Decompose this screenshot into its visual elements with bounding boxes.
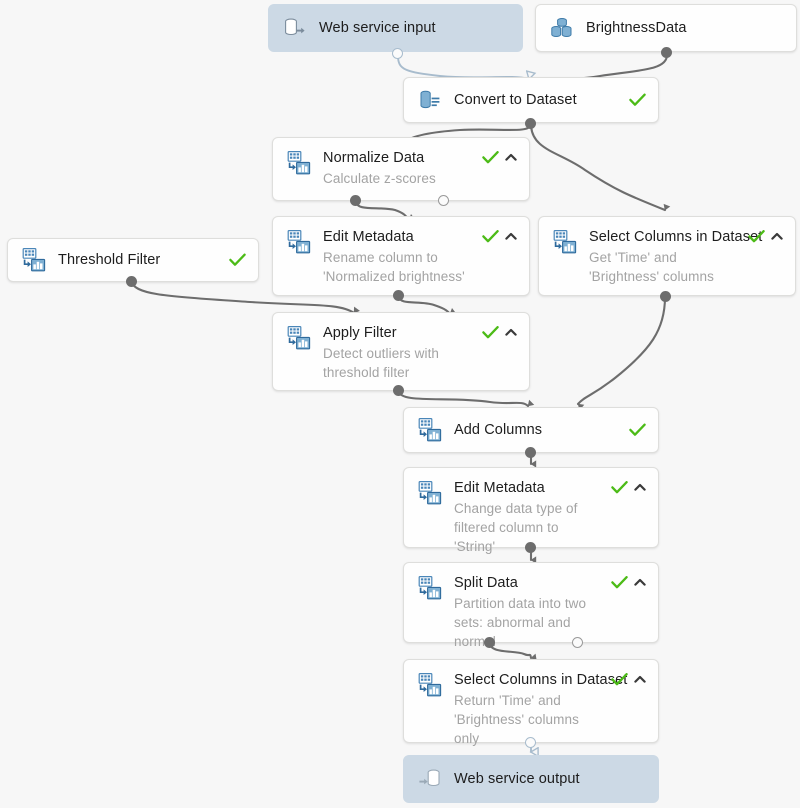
node-status [611, 576, 646, 589]
grid-chart-icon [286, 150, 312, 176]
database-stack-icon [549, 15, 575, 41]
check-icon [611, 576, 628, 589]
check-icon [482, 326, 499, 339]
node-title: Convert to Dataset [454, 92, 577, 108]
node-web-service-output[interactable]: Web service output [403, 755, 659, 803]
grid-chart-icon [417, 575, 443, 601]
port-select-columns-get-out[interactable] [660, 291, 671, 302]
node-web-service-input[interactable]: Web service input [268, 4, 523, 52]
check-icon [611, 673, 628, 686]
node-status [611, 673, 646, 686]
node-title: Edit Metadata [323, 229, 414, 245]
node-title: Web service output [454, 771, 580, 787]
node-select-columns-get[interactable]: Select Columns in Dataset Get 'Time' and… [538, 216, 796, 296]
port-normalize-data-out2[interactable] [438, 195, 449, 206]
node-title: Threshold Filter [58, 252, 161, 268]
port-edit-metadata-datatype-out[interactable] [525, 542, 536, 553]
check-icon [748, 230, 765, 243]
node-status [482, 326, 517, 339]
chevron-up-icon[interactable] [505, 153, 517, 162]
chevron-up-icon[interactable] [634, 483, 646, 492]
chevron-up-icon[interactable] [505, 328, 517, 337]
node-title: Add Columns [454, 422, 543, 438]
grid-chart-icon [417, 417, 443, 443]
node-title: Normalize Data [323, 150, 425, 166]
node-title: Edit Metadata [454, 480, 545, 496]
node-title: Apply Filter [323, 325, 397, 341]
port-add-columns-out[interactable] [525, 447, 536, 458]
grid-chart-icon [21, 247, 47, 273]
node-subtitle: Detect outliers with threshold filter [323, 346, 440, 380]
node-edit-metadata-datatype[interactable]: Edit Metadata Change data type of filter… [403, 467, 659, 554]
cylinder-arrow-in-icon [417, 766, 443, 792]
check-icon [229, 253, 246, 266]
node-normalize-data[interactable]: Normalize Data Calculate z-scores [272, 137, 530, 201]
node-status [629, 423, 646, 437]
port-normalize-data-out1[interactable] [350, 195, 361, 206]
node-subtitle: Rename column to 'Normalized brightness' [323, 250, 465, 284]
port-brightness-data-out[interactable] [661, 47, 672, 58]
chevron-up-icon[interactable] [505, 232, 517, 241]
grid-chart-icon [417, 672, 443, 698]
port-web-service-input-out[interactable] [392, 48, 403, 59]
node-edit-metadata-rename[interactable]: Edit Metadata Rename column to 'Normaliz… [272, 216, 530, 296]
port-edit-metadata-rename-out[interactable] [393, 290, 404, 301]
node-status [629, 93, 646, 107]
node-status [482, 230, 517, 243]
pipeline-canvas[interactable]: Web service input BrightnessData Convert… [0, 0, 800, 808]
node-split-data[interactable]: Split Data Partition data into two sets:… [403, 562, 659, 649]
node-title: Select Columns in Dataset [589, 229, 763, 245]
cylinder-arrow-out-icon [282, 15, 308, 41]
chevron-up-icon[interactable] [634, 675, 646, 684]
node-subtitle: Calculate z-scores [323, 171, 436, 186]
edge-applyfilter-addcolumns [397, 389, 535, 408]
edge-convert-selectget [529, 122, 671, 212]
check-icon [482, 230, 499, 243]
node-brightness-data[interactable]: BrightnessData [535, 4, 797, 52]
node-status [611, 481, 646, 494]
node-apply-filter[interactable]: Apply Filter Detect outliers with thresh… [272, 312, 530, 391]
check-icon [611, 481, 628, 494]
node-status [482, 151, 517, 164]
node-title: Select Columns in Dataset [454, 672, 628, 688]
node-status [229, 253, 246, 267]
edge-selectget-addcolumns [576, 295, 667, 411]
cylinder-list-icon [417, 87, 443, 113]
check-icon [482, 151, 499, 164]
port-select-columns-return-out[interactable] [525, 737, 536, 748]
check-icon [629, 93, 646, 106]
port-threshold-filter-out[interactable] [126, 276, 137, 287]
node-title: Web service input [319, 20, 436, 36]
grid-chart-icon [552, 229, 578, 255]
port-split-data-out1[interactable] [484, 637, 495, 648]
chevron-up-icon[interactable] [771, 232, 783, 241]
node-select-columns-return[interactable]: Select Columns in Dataset Return 'Time' … [403, 659, 659, 746]
edge-wsinput-convert [397, 55, 529, 79]
port-split-data-out2[interactable] [572, 637, 583, 648]
grid-chart-icon [286, 325, 312, 351]
node-title: BrightnessData [586, 20, 687, 36]
node-title: Split Data [454, 575, 518, 591]
edge-layer [130, 53, 671, 808]
grid-chart-icon [417, 480, 443, 506]
check-icon [629, 423, 646, 436]
node-convert-to-dataset[interactable]: Convert to Dataset [403, 77, 659, 123]
port-convert-to-dataset-out[interactable] [525, 118, 536, 129]
node-status [748, 230, 783, 243]
port-apply-filter-out[interactable] [393, 385, 404, 396]
grid-chart-icon [286, 229, 312, 255]
chevron-up-icon[interactable] [634, 578, 646, 587]
node-subtitle: Get 'Time' and 'Brightness' columns [589, 250, 714, 284]
